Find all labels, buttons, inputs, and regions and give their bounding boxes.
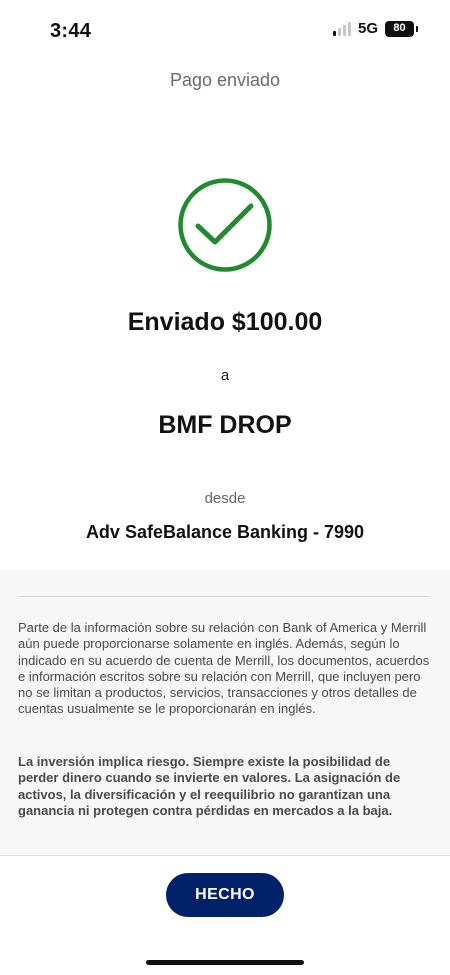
footer: HECHO [0, 855, 450, 975]
status-indicators: 5G 80 [332, 20, 418, 37]
divider [18, 596, 430, 597]
sent-amount: Enviado $100.00 [127, 308, 323, 336]
disclosure-section: Parte de la información sobre su relació… [0, 570, 450, 855]
to-label: a [220, 367, 230, 384]
home-indicator[interactable] [146, 960, 304, 965]
network-type: 5G [357, 20, 378, 37]
source-account: Adv SafeBalance Banking - 7990 [85, 522, 365, 542]
page-title: Pago enviado [169, 70, 281, 90]
done-button[interactable]: HECHO [166, 873, 284, 917]
language-disclosure: Parte de la información sobre su relació… [18, 620, 430, 717]
status-bar: 3:44 5G 80 [0, 0, 450, 58]
battery-level: 80 [393, 22, 406, 34]
signal-icon [332, 21, 351, 36]
battery-icon: 80 [385, 20, 418, 37]
check-circle-icon [178, 178, 272, 272]
status-time: 3:44 [50, 20, 92, 42]
from-label: desde [204, 490, 246, 507]
recipient-name: BMF DROP [158, 411, 292, 439]
investment-risk-disclosure: La inversión implica riesgo. Siempre exi… [18, 754, 401, 818]
